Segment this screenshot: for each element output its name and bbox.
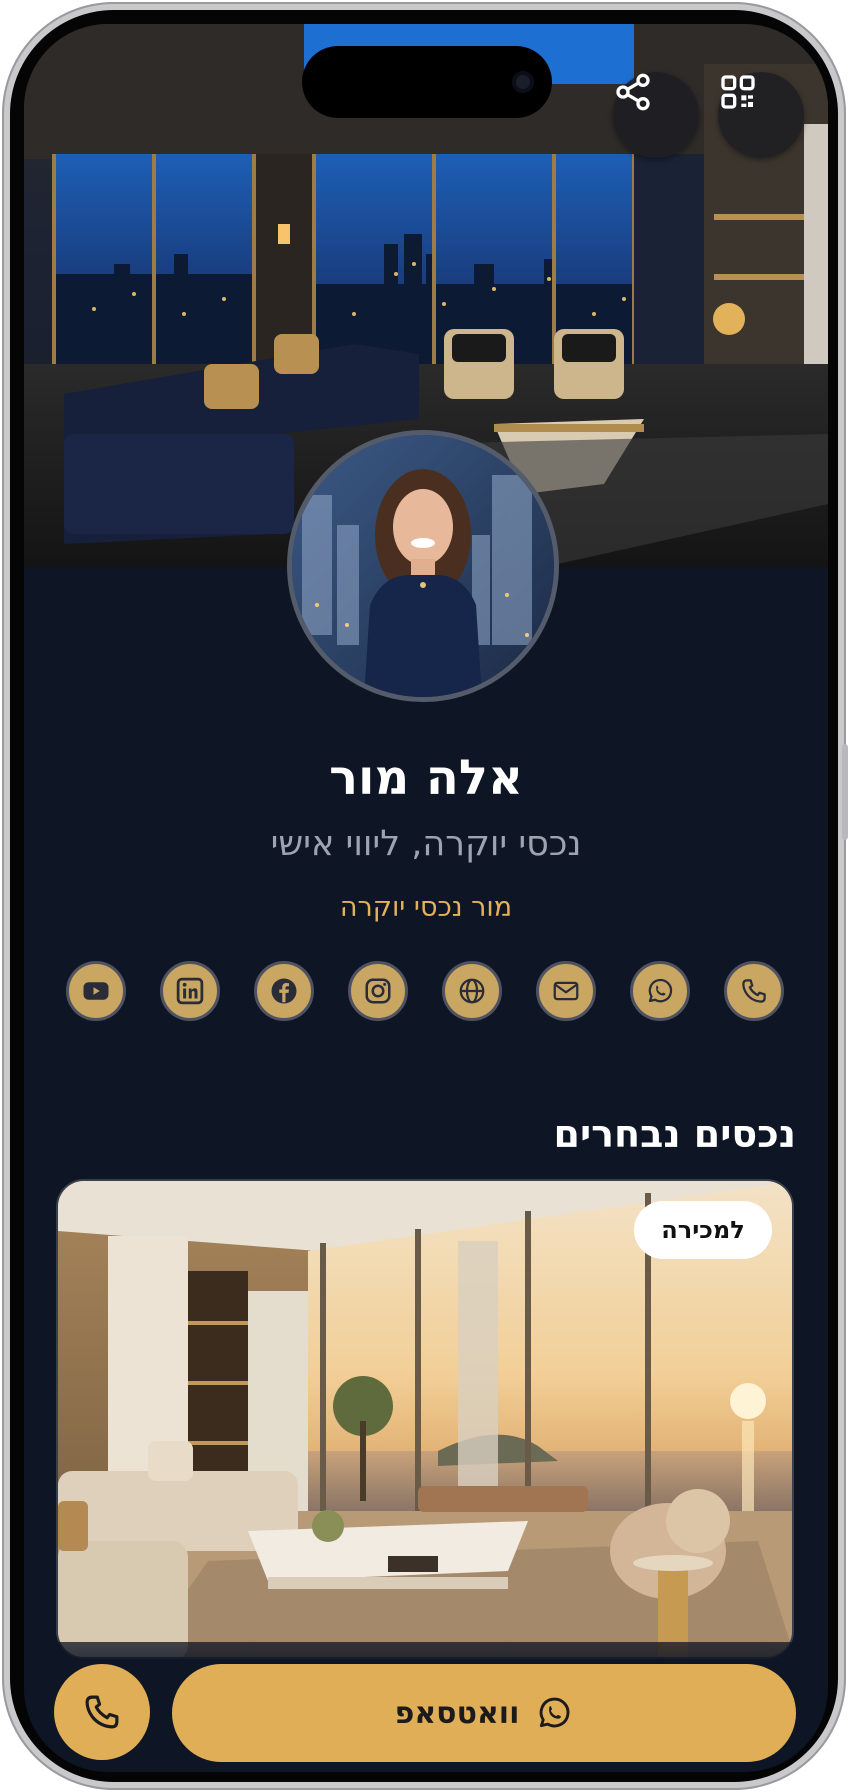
qr-code-button[interactable] [718,72,804,158]
share-icon [616,73,650,111]
section-title-featured-properties: נכסים נבחרים [553,1112,796,1156]
profile-name: אלה מור [329,750,523,806]
profile-subtitle: נכסי יוקרה, ליווי אישי [270,824,582,864]
phone-frame: אלה מור נכסי יוקרה, ליווי אישי מור נכסי … [2,2,848,1790]
social-links [66,961,786,1023]
share-button[interactable] [613,72,699,158]
avatar-photo [292,435,554,697]
whatsapp-button-label: וואטסאפ [394,1695,520,1731]
dynamic-island [302,46,552,118]
linkedin-link[interactable] [160,961,220,1021]
youtube-link[interactable] [66,961,126,1021]
status-badge: למכירה [634,1201,772,1259]
linkedin-icon [176,977,204,1005]
screen: אלה מור נכסי יוקרה, ליווי אישי מור נכסי … [24,24,828,1772]
phone-icon [742,979,766,1003]
phone-icon [85,1695,119,1729]
email-link[interactable] [536,961,596,1021]
avatar [287,430,559,702]
company-name: מור נכסי יוקרה [339,892,513,923]
instagram-link[interactable] [348,961,408,1021]
whatsapp-link[interactable] [630,961,690,1021]
youtube-icon [83,982,109,1000]
call-button[interactable] [54,1664,150,1760]
whatsapp-icon [648,978,673,1003]
phone-link[interactable] [724,961,784,1021]
qr-code-icon [721,75,755,109]
mail-icon [553,981,579,1001]
whatsapp-icon [540,1697,570,1728]
instagram-icon [365,978,391,1004]
whatsapp-button[interactable]: וואטסאפ [172,1664,796,1762]
facebook-link[interactable] [254,961,314,1021]
property-card[interactable]: למכירה [56,1179,794,1659]
globe-icon [459,978,485,1004]
phone-side-button [842,744,848,840]
website-link[interactable] [442,961,502,1021]
facebook-icon [271,978,297,1004]
camera-icon [512,71,534,93]
